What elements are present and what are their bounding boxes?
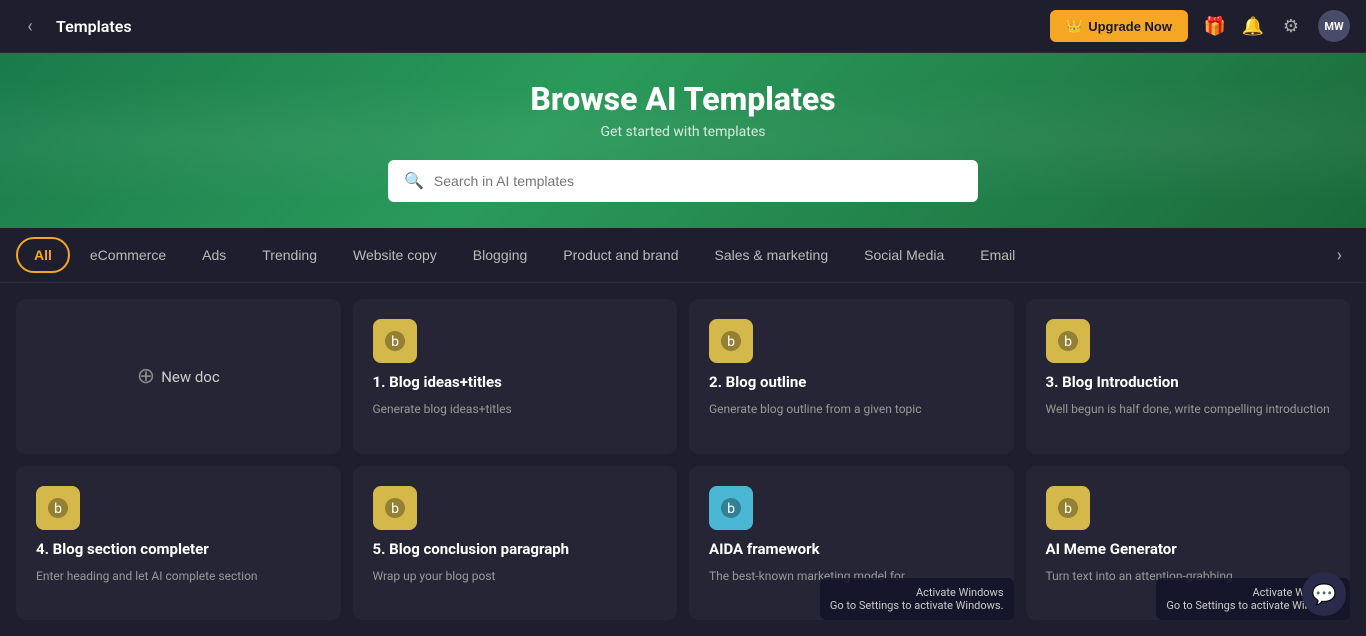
card-icon-blog-intro: b <box>1046 319 1090 363</box>
card-desc-aida: The best-known marketing model for <box>709 568 994 585</box>
avatar[interactable]: MW <box>1318 10 1350 42</box>
template-card-blog-outline[interactable]: b 2. Blog outline Generate blog outline fr… <box>689 299 1014 454</box>
new-doc-label: ⊕ New doc <box>137 364 220 389</box>
new-doc-card[interactable]: ⊕ New doc <box>16 299 341 454</box>
card-title-aida: AIDA framework <box>709 540 994 558</box>
svg-text:b: b <box>1064 501 1072 517</box>
header-left: ‹ Templates <box>16 12 132 40</box>
card-desc-blog-outline: Generate blog outline from a given topic <box>709 401 994 418</box>
filter-chevron-icon[interactable]: › <box>1329 241 1350 270</box>
card-icon-blog-ideas: b <box>373 319 417 363</box>
back-button[interactable]: ‹ <box>16 12 44 40</box>
svg-text:b: b <box>391 501 399 517</box>
gear-icon[interactable]: ⚙ <box>1280 15 1302 37</box>
search-bar[interactable]: 🔍 <box>388 160 978 202</box>
header-right: 👑 Upgrade Now 🎁 🔔 ⚙ MW <box>1050 10 1350 42</box>
search-icon: 🔍 <box>404 171 424 190</box>
card-desc-blog-section: Enter heading and let AI complete sectio… <box>36 568 321 585</box>
upgrade-icon: 👑 <box>1066 18 1082 34</box>
upgrade-label: Upgrade Now <box>1088 19 1172 34</box>
filter-tab-product-and-brand[interactable]: Product and brand <box>547 239 694 271</box>
card-title-blog-outline: 2. Blog outline <box>709 373 994 391</box>
hero-title: Browse AI Templates <box>530 80 835 118</box>
chat-bubble[interactable]: 💬 <box>1302 572 1346 616</box>
card-desc-blog-ideas: Generate blog ideas+titles <box>373 401 658 418</box>
card-icon-blog-outline: b <box>709 319 753 363</box>
filter-tab-email[interactable]: Email <box>964 239 1031 271</box>
bell-icon[interactable]: 🔔 <box>1242 15 1264 37</box>
svg-text:b: b <box>727 501 735 517</box>
filter-tab-ads[interactable]: Ads <box>186 239 242 271</box>
card-title-blog-ideas: 1. Blog ideas+titles <box>373 373 658 391</box>
plus-icon: ⊕ <box>137 364 155 389</box>
template-card-blog-conclusion[interactable]: b 5. Blog conclusion paragraph Wrap up you… <box>353 466 678 620</box>
filter-tab-all[interactable]: All <box>16 237 70 273</box>
card-title-blog-conclusion: 5. Blog conclusion paragraph <box>373 540 658 558</box>
card-icon-meme: b <box>1046 486 1090 530</box>
card-icon-blog-section: b <box>36 486 80 530</box>
filter-tab-ecommerce[interactable]: eCommerce <box>74 239 182 271</box>
filter-tab-blogging[interactable]: Blogging <box>457 239 544 271</box>
page-title: Templates <box>56 17 132 36</box>
card-title-meme: AI Meme Generator <box>1046 540 1331 558</box>
svg-text:b: b <box>54 501 62 517</box>
cards-grid: ⊕ New doc b 1. Blog ideas+titles Generate … <box>0 283 1366 636</box>
card-icon-blog-conclusion: b <box>373 486 417 530</box>
gift-icon[interactable]: 🎁 <box>1204 15 1226 37</box>
hero-banner: Browse AI Templates Get started with tem… <box>0 53 1366 228</box>
filter-tab-trending[interactable]: Trending <box>246 239 333 271</box>
filter-tab-social-media[interactable]: Social Media <box>848 239 960 271</box>
header: ‹ Templates 👑 Upgrade Now 🎁 🔔 ⚙ MW <box>0 0 1366 53</box>
card-title-blog-intro: 3. Blog Introduction <box>1046 373 1331 391</box>
svg-text:b: b <box>1064 334 1072 350</box>
template-card-blog-section[interactable]: b 4. Blog section completer Enter heading … <box>16 466 341 620</box>
template-card-aida[interactable]: b AIDA framework The best-known marketing… <box>689 466 1014 620</box>
hero-subtitle: Get started with templates <box>601 124 766 140</box>
template-card-blog-ideas[interactable]: b 1. Blog ideas+titles Generate blog ideas… <box>353 299 678 454</box>
search-input[interactable] <box>434 173 962 189</box>
card-desc-meme: Turn text into an attention-grabbing <box>1046 568 1331 585</box>
card-desc-blog-conclusion: Wrap up your blog post <box>373 568 658 585</box>
svg-text:b: b <box>391 334 399 350</box>
card-icon-aida: b <box>709 486 753 530</box>
filter-tab-sales---marketing[interactable]: Sales & marketing <box>699 239 845 271</box>
card-desc-blog-intro: Well begun is half done, write compellin… <box>1046 401 1331 418</box>
upgrade-button[interactable]: 👑 Upgrade Now <box>1050 10 1188 42</box>
svg-text:b: b <box>727 334 735 350</box>
card-title-blog-section: 4. Blog section completer <box>36 540 321 558</box>
filter-tab-website-copy[interactable]: Website copy <box>337 239 453 271</box>
template-card-blog-intro[interactable]: b 3. Blog Introduction Well begun is half … <box>1026 299 1351 454</box>
filter-bar: AlleCommerceAdsTrendingWebsite copyBlogg… <box>0 228 1366 283</box>
